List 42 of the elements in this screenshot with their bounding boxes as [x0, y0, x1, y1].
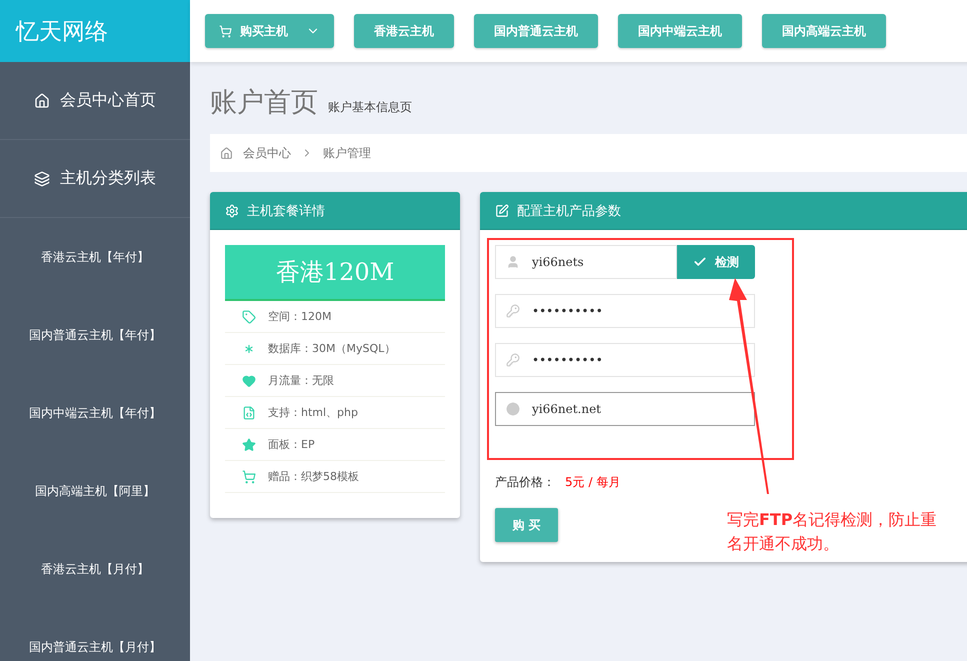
sidebar-item[interactable]: 国内高端主机【阿里】 [0, 452, 190, 530]
home-icon [220, 146, 233, 160]
page-title: 账户首页 [210, 86, 318, 120]
sidebar-item[interactable]: 主机分类列表 [0, 140, 190, 218]
cart-icon [219, 24, 232, 38]
sidebar-item[interactable]: 国内普通云主机【月付】 [0, 608, 190, 661]
plan-name: 香港120M [225, 245, 445, 301]
annotation-note: 写完FTP名记得检测，防止重名开通不成功。 [727, 509, 938, 555]
key-icon [506, 304, 520, 318]
sidebar-item[interactable]: 国内中端云主机【年付】 [0, 374, 190, 452]
input-field[interactable]: •••••••••• [495, 343, 755, 377]
feature-text: 支持：html、php [268, 405, 358, 420]
price-label: 产品价格： [495, 474, 555, 491]
user-icon [506, 255, 520, 269]
input-field[interactable]: yi66net.net [495, 392, 755, 426]
feature-text: 月流量：无限 [268, 373, 334, 388]
input-field[interactable]: yi66nets [495, 245, 677, 279]
check-icon [693, 255, 707, 269]
sidebar-item[interactable]: 国内普通云主机【年付】 [0, 296, 190, 374]
sidebar-item[interactable]: 香港云主机【年付】 [0, 218, 190, 296]
key-icon [506, 353, 520, 367]
feature-text: 面板：EP [268, 437, 315, 452]
breadcrumb-link[interactable]: 账户管理 [323, 144, 371, 162]
gears-icon [225, 204, 239, 218]
input-field[interactable]: •••••••••• [495, 294, 755, 328]
price-value: 5元 / 每月 [565, 474, 620, 491]
tag-icon [242, 310, 256, 324]
home-icon [34, 92, 50, 108]
feature-text: 赠品：织梦58模板 [268, 469, 359, 484]
card-title: 主机套餐详情 [247, 202, 325, 220]
star-icon [242, 438, 256, 452]
sidebar-item[interactable]: 会员中心首页 [0, 62, 190, 140]
breadcrumb-link[interactable]: 会员中心 [243, 144, 291, 162]
feature-text: 空间：120M [268, 309, 332, 324]
feature-text: 数据库：30M（MySQL） [268, 341, 396, 356]
edit-icon [495, 204, 509, 218]
card-title: 配置主机产品参数 [517, 202, 621, 220]
cart-icon [242, 470, 256, 484]
sidebar-item[interactable]: 香港云主机【月付】 [0, 530, 190, 608]
layers-icon [34, 170, 50, 186]
heart-icon [242, 374, 256, 388]
page-subtitle: 账户基本信息页 [328, 99, 412, 116]
